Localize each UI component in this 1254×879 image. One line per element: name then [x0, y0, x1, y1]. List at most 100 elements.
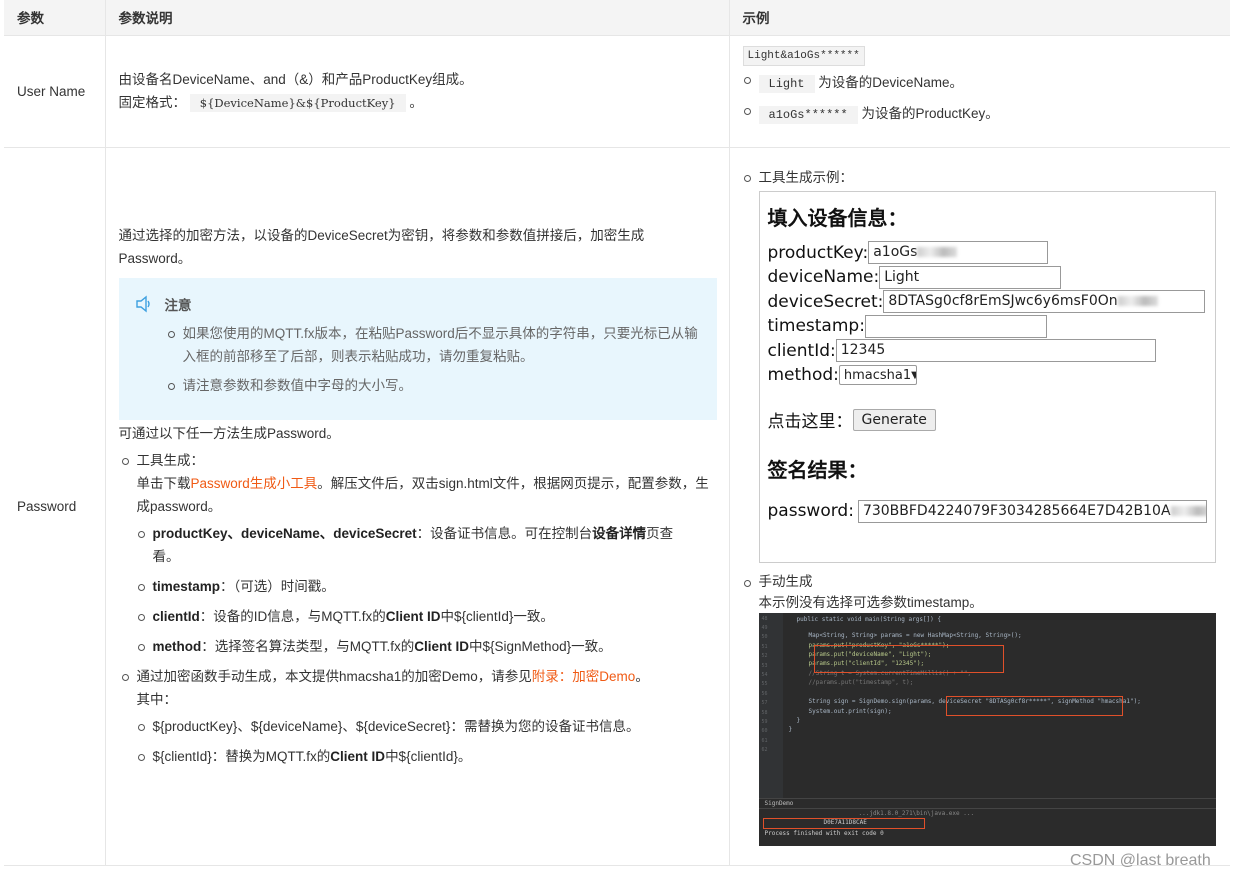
ide-line-number: 59 [761, 718, 768, 725]
method-select[interactable]: hmacsha1▼ [838, 365, 917, 386]
blur-mask [917, 247, 958, 258]
list-item: 工具生成： 单击下载Password生成小工具。解压文件后，双击sign.htm… [121, 449, 716, 658]
form-title: 填入设备信息： [767, 205, 908, 230]
param-bold: clientId [152, 608, 200, 624]
password-output[interactable]: 730BBFD4224079F3034285664E7D42B10A [857, 499, 1207, 523]
format-suffix: 。 [409, 94, 423, 110]
password-tool-link[interactable]: Password生成小工具 [191, 476, 318, 491]
methods-intro: 可通过以下任一方法生成Password。 [118, 425, 340, 441]
field-value: a1oGs [873, 244, 918, 261]
ide-code-line: public static void main(String args[]) { [796, 615, 942, 623]
parameter-table: 参数 参数说明 示例 User Name 由设备名DeviceName、and（… [4, 0, 1230, 866]
field-label: clientId: [767, 340, 836, 361]
run-output-3: Process finished with exit code 0 [764, 829, 884, 837]
ide-code-line: } [796, 716, 801, 724]
inline-code: Light [758, 74, 815, 93]
field-value: hmacsha1 [843, 367, 912, 383]
param-name-password: Password [4, 146, 106, 866]
manual-item-bold: Client ID [330, 748, 386, 764]
username-example: Light&a1oGs****** Light 为设备的DeviceName。 … [729, 34, 1230, 148]
field-password: password: 730BBFD4224079F3034285664E7D42B… [768, 499, 1207, 524]
param-bold2: 设备详情 [592, 525, 647, 541]
username-desc-line1: 由设备名DeviceName、and（&）和产品ProductKey组成。 [118, 71, 473, 87]
field-label: productKey: [767, 242, 869, 263]
list-item-text: 为设备的DeviceName。 [818, 74, 964, 90]
ide-code-line: System.out.print(sign); [808, 707, 892, 715]
ide-line-number: 57 [761, 700, 768, 707]
field-value: 8DTASg0cf8rEmSJwc6y6msF0On [888, 293, 1118, 310]
chevron-down-icon: ▼ [911, 370, 916, 381]
ide-code-line: Map<String, String> params = new HashMap… [808, 631, 1022, 639]
ide-line-number: 53 [761, 662, 768, 669]
note-box: 注意 如果您使用的MQTT.fx版本，在粘贴Password后不显示具体的字符串… [118, 277, 717, 420]
header-example: 示例 [729, 0, 1230, 35]
methods-list: 工具生成： 单击下载Password生成小工具。解压文件后，双击sign.htm… [121, 449, 716, 768]
list-item: clientId：设备的ID信息，与MQTT.fx的Client ID中${cl… [137, 605, 716, 628]
manual-example-list: 手动生成 [743, 571, 1218, 592]
ide-line-number: 48 [761, 615, 768, 622]
field-label: timestamp: [767, 316, 865, 337]
ide-line-number: 60 [761, 728, 768, 735]
list-item-text: 为设备的ProductKey。 [861, 105, 999, 121]
note-title: 注意 [135, 294, 703, 314]
header-param: 参数 [4, 0, 106, 35]
run-tab: SignDemo [758, 799, 1216, 809]
ide-line-number: 56 [761, 690, 768, 697]
header-description: 参数说明 [105, 0, 730, 35]
clientid-input[interactable]: 12345 [835, 339, 1156, 363]
tool-line: 单击下载Password生成小工具。解压文件后，双击sign.html文件，根据… [137, 472, 712, 518]
click-label: 点击这里： [767, 412, 853, 433]
manual-list: ${productKey}、${deviceName}、${deviceSecr… [137, 715, 716, 768]
productkey-input[interactable]: a1oGs [868, 241, 1049, 265]
username-example-list: Light 为设备的DeviceName。 a1oGs****** 为设备的Pr… [743, 68, 1218, 130]
manual-line-prefix: 通过加密函数手动生成，本文提供hmacsha1的加密Demo，请参见 [136, 668, 532, 684]
password-example-list: 工具生成示例： [743, 166, 1218, 189]
devicesecret-input[interactable]: 8DTASg0cf8rEmSJwc6y6msF0On [883, 290, 1206, 314]
manual-item-text: ${clientId}：替换为MQTT.fx的 [152, 748, 331, 764]
param-bold: method [152, 638, 202, 654]
timestamp-input[interactable] [864, 314, 1047, 338]
param-name-username: User Name [4, 34, 106, 148]
manual-item-text2: 中${clientId}。 [385, 748, 472, 764]
list-item: Light 为设备的DeviceName。 [743, 68, 1218, 99]
list-item: 请注意参数和参数值中字母的大小写。 [167, 374, 703, 397]
field-clientid: clientId: 12345 [768, 339, 1207, 364]
note-list: 如果您使用的MQTT.fx版本，在粘贴Password后不显示具体的字符串，只要… [135, 322, 703, 397]
watermark: CSDN @last breath [1070, 852, 1211, 869]
field-label: deviceSecret: [767, 291, 884, 312]
devicename-input[interactable]: Light [879, 265, 1062, 289]
ide-screenshot: 48 49 50 51 52 53 54 55 56 57 58 59 60 61 62 public st… [758, 612, 1216, 846]
format-prefix: 固定格式： [118, 94, 187, 110]
manual-line-suffix: 。 [635, 668, 649, 684]
param-text: ：设备的ID信息，与MQTT.fx的 [199, 608, 386, 624]
ide-line-number: 58 [761, 709, 768, 716]
sign-tool-screenshot: 填入设备信息： productKey: a1oGs deviceName: Ligh… [758, 190, 1216, 563]
field-timestamp: timestamp: [768, 314, 1207, 339]
param-bold2: Client ID [414, 638, 470, 654]
inline-code: a1oGs****** [758, 105, 858, 124]
list-item: method：选择签名算法类型，与MQTT.fx的Client ID中${Sig… [137, 635, 716, 658]
table-row-password: Password 通过选择的加密方法，以设备的DeviceSecret为密钥，将… [4, 146, 1230, 866]
tool-line-prefix: 单击下载 [136, 475, 191, 491]
username-example-code: Light&a1oGs****** [742, 45, 865, 66]
manual-desc: 本示例没有选择可选参数timestamp。 [758, 594, 983, 610]
list-item: ${productKey}、${deviceName}、${deviceSecr… [137, 715, 716, 738]
param-text: ：选择签名算法类型，与MQTT.fx的 [201, 638, 415, 654]
generate-button[interactable]: Generate [852, 408, 936, 431]
result-title: 签名结果： [767, 458, 868, 482]
param-text: ：设备证书信息。可在控制台 [416, 525, 593, 541]
format-code: ${DeviceName}&${ProductKey} [189, 93, 406, 112]
ide-code-line: } [788, 725, 793, 733]
ide-run-panel: SignDemo ...jdk1.8.0_271\bin\java.exe ..… [758, 797, 1216, 846]
table-header-row: 参数 参数说明 示例 [4, 0, 1230, 35]
run-output-2: D0E7A11D8CAE [762, 817, 925, 829]
ide-line-number: 50 [761, 634, 768, 641]
blur-mask [1117, 296, 1158, 307]
tool-params-list: productKey、deviceName、deviceSecret：设备证书信… [137, 522, 716, 658]
demo-link[interactable]: 附录：加密Demo [532, 669, 636, 684]
ide-line-number: 62 [761, 747, 768, 754]
param-text2: 中${SignMethod}一致。 [469, 638, 612, 654]
username-description: 由设备名DeviceName、and（&）和产品ProductKey组成。 固定… [105, 34, 730, 148]
param-bold2: Client ID [385, 608, 441, 624]
username-desc-line2: 固定格式： ${DeviceName}&${ProductKey} 。 [119, 91, 716, 115]
